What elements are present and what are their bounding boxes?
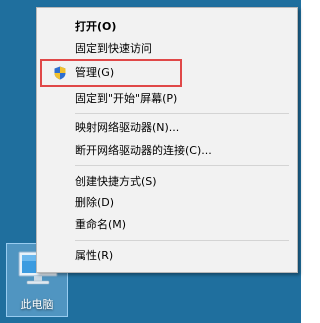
menu-separator xyxy=(75,165,289,166)
menu-separator xyxy=(75,240,289,241)
menu-item-label: 创建快捷方式(S) xyxy=(75,175,157,188)
uac-shield-icon xyxy=(54,66,66,80)
menu-item-label: 属性(R) xyxy=(75,249,114,262)
menu-item-delete[interactable]: 删除(D) xyxy=(38,193,296,213)
this-pc-label: 此电脑 xyxy=(20,298,54,311)
menu-item-map-network-drive[interactable]: 映射网络驱动器(N)... xyxy=(38,118,296,138)
desktop: 此电脑 打开(O) 固定到快速访问 管理(G) 固定到"开始"屏幕(P) 映射网… xyxy=(0,0,301,323)
menu-item-properties[interactable]: 属性(R) xyxy=(38,246,296,266)
menu-item-label: 断开网络驱动器的连接(C)... xyxy=(75,144,212,157)
menu-item-disconnect-network-drive[interactable]: 断开网络驱动器的连接(C)... xyxy=(38,141,296,161)
menu-item-pin-quick-access[interactable]: 固定到快速访问 xyxy=(38,39,296,59)
menu-separator xyxy=(75,113,289,114)
context-menu: 打开(O) 固定到快速访问 管理(G) 固定到"开始"屏幕(P) 映射网络驱动器… xyxy=(36,7,298,273)
menu-item-manage[interactable]: 管理(G) xyxy=(38,63,296,83)
menu-item-open[interactable]: 打开(O) xyxy=(38,17,296,37)
menu-item-label: 删除(D) xyxy=(75,196,115,209)
menu-item-pin-start[interactable]: 固定到"开始"屏幕(P) xyxy=(38,89,296,109)
menu-item-label: 重命名(M) xyxy=(75,218,127,231)
menu-item-label: 映射网络驱动器(N)... xyxy=(75,121,180,134)
menu-item-label: 管理(G) xyxy=(75,66,115,79)
menu-item-label: 固定到"开始"屏幕(P) xyxy=(75,92,178,105)
menu-item-rename[interactable]: 重命名(M) xyxy=(38,215,296,235)
menu-item-label: 固定到快速访问 xyxy=(75,42,152,55)
menu-item-create-shortcut[interactable]: 创建快捷方式(S) xyxy=(38,172,296,192)
menu-item-label: 打开(O) xyxy=(75,20,117,33)
